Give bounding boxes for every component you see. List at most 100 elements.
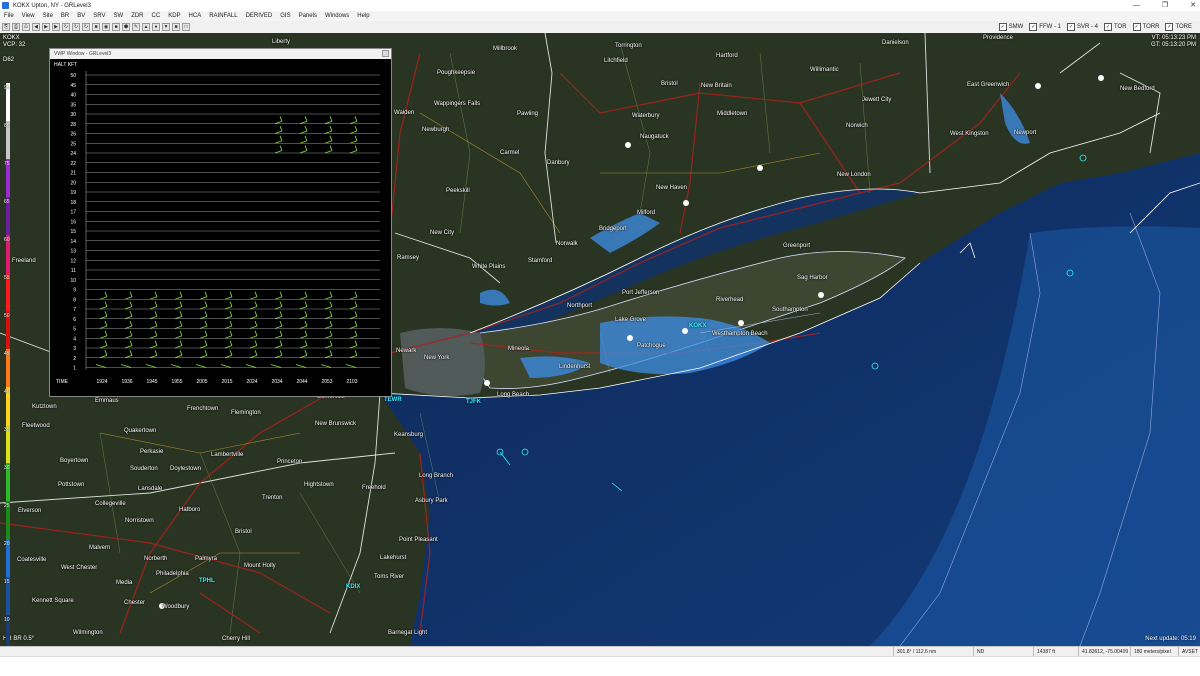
toolbar-tool-13[interactable]: ✎ <box>132 23 140 31</box>
vwp-titlebar[interactable]: VWP Window - GRLevel3 <box>50 49 391 59</box>
alert-label: SMW <box>1008 24 1024 30</box>
city-label: Sag Harbor <box>797 275 828 281</box>
menu-cc[interactable]: CC <box>148 11 165 21</box>
scale-value: 25 <box>4 503 10 509</box>
toolbar-tool-1[interactable]: ⎙ <box>12 23 20 31</box>
radar-site-label[interactable]: TPHL <box>199 578 215 584</box>
menu-bar: File View Site BR BV SRV SW ZDR CC KDP HCA RAINFALL… <box>0 11 1200 21</box>
alert-label: SVR - 4 <box>1076 24 1098 30</box>
menu-zdr[interactable]: ZDR <box>127 11 147 21</box>
alert-toggle-1[interactable]: ✓ FFW - 1 <box>1029 22 1061 32</box>
toolbar-tool-4[interactable]: ▶ <box>42 23 50 31</box>
radar-site-label[interactable]: KDIX <box>346 584 360 590</box>
vwp-height-label: 24 <box>70 151 76 157</box>
alert-toggle-4[interactable]: ✓ TORR <box>1132 22 1160 32</box>
minimize-button[interactable]: — <box>1133 0 1140 11</box>
vwp-window[interactable]: VWP Window - GRLevel3 HALT KFT 50 45 40 35 30… <box>49 48 392 397</box>
vwp-height-label: 5 <box>73 327 76 333</box>
city-label: West Kingston <box>950 131 989 137</box>
city-label: Riverhead <box>716 297 744 303</box>
toolbar-tool-14[interactable]: ▲ <box>142 23 150 31</box>
toolbar-tool-16[interactable]: ▼ <box>162 23 170 31</box>
menu-bv[interactable]: BV <box>73 11 89 21</box>
city-label: Port Jefferson <box>622 290 660 296</box>
toolbar-tool-9[interactable]: ■ <box>92 23 100 31</box>
scale-value: 35 <box>4 427 10 433</box>
radar-site-label[interactable]: TJFK <box>466 399 481 405</box>
city-label: Media <box>116 580 133 586</box>
toolbar-tool-0[interactable]: ⎘ <box>2 23 10 31</box>
toolbar-tool-3[interactable]: ◀ <box>32 23 40 31</box>
alert-checkbox[interactable]: ✓ <box>998 23 1007 31</box>
vwp-close-button[interactable] <box>382 50 389 57</box>
vwp-chart: HALT KFT50454035302826252422212019181716… <box>50 59 391 396</box>
toolbar-tool-18[interactable]: □ <box>182 23 190 31</box>
city-label: Chester <box>124 600 146 606</box>
menu-view[interactable]: View <box>18 11 39 21</box>
vwp-height-label: 9 <box>73 288 76 294</box>
alert-checkbox[interactable]: ✓ <box>1029 23 1038 31</box>
city-label: Willimantic <box>810 67 839 73</box>
alert-label: TORR <box>1142 24 1160 30</box>
toolbar-tool-8[interactable]: ↻ <box>82 23 90 31</box>
toolbar-tool-10[interactable]: ◉ <box>102 23 110 31</box>
city-label: Mount Holly <box>244 563 276 569</box>
toolbar-tool-12[interactable]: ⬢ <box>122 23 130 31</box>
vwp-height-label: 2 <box>73 356 76 362</box>
close-button[interactable]: ✕ <box>1190 0 1196 11</box>
alert-checkbox[interactable]: ✓ <box>1066 23 1075 31</box>
alert-toggle-2[interactable]: ✓ SVR - 4 <box>1066 22 1098 32</box>
city-label: Stamford <box>528 258 553 264</box>
menu-windows[interactable]: Windows <box>321 11 353 21</box>
menu-help[interactable]: Help <box>353 11 373 21</box>
vwp-height-label: 20 <box>70 180 76 186</box>
toolbar-tool-5[interactable]: ▶ <box>52 23 60 31</box>
alert-checkbox[interactable]: ✓ <box>1132 23 1141 31</box>
alert-toggle-0[interactable]: ✓ SMW <box>998 22 1024 32</box>
toolbar-tool-11[interactable]: ■ <box>112 23 120 31</box>
city-label: Lansdale <box>138 486 163 492</box>
menu-br[interactable]: BR <box>57 11 73 21</box>
menu-rainfall[interactable]: RAINFALL <box>205 11 241 21</box>
city-label: Northport <box>567 303 593 309</box>
city-label: Point Pleasant <box>399 537 438 543</box>
city-label: Hartford <box>716 53 738 59</box>
city-label: New London <box>837 172 871 178</box>
menu-kdp[interactable]: KDP <box>164 11 184 21</box>
generated-time: GT: 05:13:20 PM <box>1150 42 1196 48</box>
vwp-time-label: TIME <box>56 379 69 385</box>
city-label: Long Branch <box>419 473 454 479</box>
scale-value: 20 <box>4 541 10 547</box>
alert-toggle-5[interactable]: ✓ TORE <box>1165 22 1192 32</box>
menu-panels[interactable]: Panels <box>295 11 321 21</box>
city-label: White Plains <box>472 264 506 270</box>
city-label: New Brunswick <box>315 421 357 427</box>
city-label: Cherry Hill <box>222 636 251 642</box>
scale-value: 55 <box>4 275 10 281</box>
menu-sw[interactable]: SW <box>110 11 128 21</box>
toolbar-tool-15[interactable]: ● <box>152 23 160 31</box>
toolbar-tool-7[interactable]: ↻ <box>72 23 80 31</box>
alert-checkbox[interactable]: ✓ <box>1103 23 1112 31</box>
city-label: Pawling <box>517 111 539 117</box>
maximize-button[interactable]: ❐ <box>1162 0 1168 11</box>
toolbar-tool-2[interactable]: ⎌ <box>22 23 30 31</box>
toolbar-tool-17[interactable]: ■ <box>172 23 180 31</box>
menu-gis[interactable]: GIS <box>276 11 294 21</box>
alert-label: FFW - 1 <box>1039 24 1061 30</box>
toolbar-tool-6[interactable]: ↻ <box>62 23 70 31</box>
alert-label: TOR <box>1113 24 1127 30</box>
menu-file[interactable]: File <box>0 11 18 21</box>
city-label: Long Beach <box>497 392 530 398</box>
alert-toggle-3[interactable]: ✓ TOR <box>1103 22 1127 32</box>
menu-derived[interactable]: DERIVED <box>242 11 277 21</box>
menu-site[interactable]: Site <box>39 11 57 21</box>
menu-srv[interactable]: SRV <box>89 11 109 21</box>
alert-checkbox[interactable]: ✓ <box>1165 23 1174 31</box>
city-label: Peekskill <box>446 188 470 194</box>
radar-site-label[interactable]: KOKX <box>689 323 706 329</box>
city-label: Freehold <box>362 485 386 491</box>
vwp-height-label: 22 <box>70 161 76 167</box>
menu-hca[interactable]: HCA <box>185 11 206 21</box>
city-label: Poughkeepsie <box>437 70 476 76</box>
